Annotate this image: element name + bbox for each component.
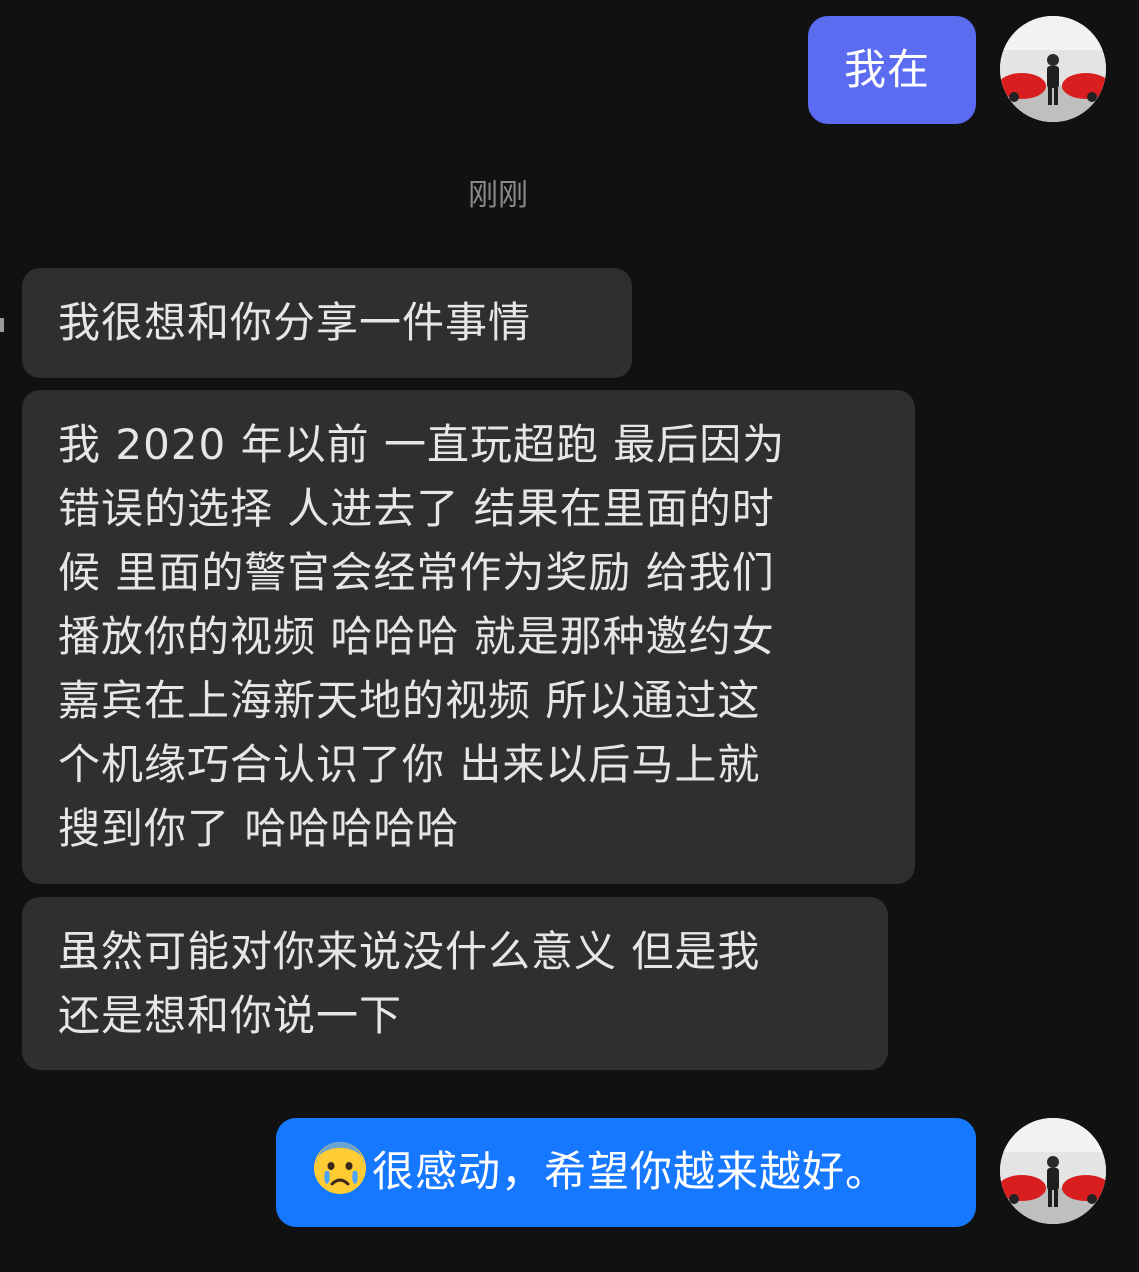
crying-face-emoji-icon: [314, 1142, 366, 1194]
message-text-line: 错误的选择 人进去了 结果在里面的时: [58, 484, 775, 533]
message-text-line: 很感动，希望你越来越好。: [312, 1140, 976, 1204]
message-text-line: 我 2020 年以前 一直玩超跑 最后因为: [58, 420, 786, 469]
outgoing-message-bubble[interactable]: 我在: [808, 16, 976, 124]
outgoing-message-bubble[interactable]: 很感动，希望你越来越好。: [276, 1118, 976, 1227]
message-text-line: 个机缘巧合认识了你 出来以后马上就: [58, 740, 761, 789]
message-text-line: 候 里面的警官会经常作为奖励 给我们: [58, 548, 775, 597]
avatar-photo-icon: [1000, 16, 1106, 122]
message-text: 很感动，希望你越来越好。: [372, 1147, 889, 1196]
user-avatar[interactable]: [1000, 1118, 1106, 1224]
message-text: 我很想和你分享一件事情: [58, 298, 532, 347]
incoming-message-bubble[interactable]: 虽然可能对你来说没什么意义 但是我 还是想和你说一下: [22, 897, 888, 1070]
message-text: 我在: [844, 45, 931, 94]
incoming-message-bubble[interactable]: 我 2020 年以前 一直玩超跑 最后因为 错误的选择 人进去了 结果在里面的时…: [22, 390, 915, 884]
message-text-line: 搜到你了 哈哈哈哈哈: [58, 804, 460, 853]
edge-indicator: [0, 318, 4, 332]
message-text-line: 播放你的视频 哈哈哈 就是那种邀约女: [58, 612, 775, 661]
message-text-line: 还是想和你说一下: [58, 991, 403, 1040]
incoming-message-bubble[interactable]: 我很想和你分享一件事情: [22, 268, 632, 378]
avatar-photo-icon: [1000, 1118, 1106, 1224]
message-timestamp: 刚刚: [468, 178, 528, 213]
message-text-line: 虽然可能对你来说没什么意义 但是我: [58, 927, 761, 976]
chat-screen: 我在 刚刚 我很想和你分享一件事情 我 2020 年以前 一直玩超跑 最后因为 …: [0, 0, 1139, 1272]
user-avatar[interactable]: [1000, 16, 1106, 122]
message-text-line: 嘉宾在上海新天地的视频 所以通过这: [58, 676, 761, 725]
